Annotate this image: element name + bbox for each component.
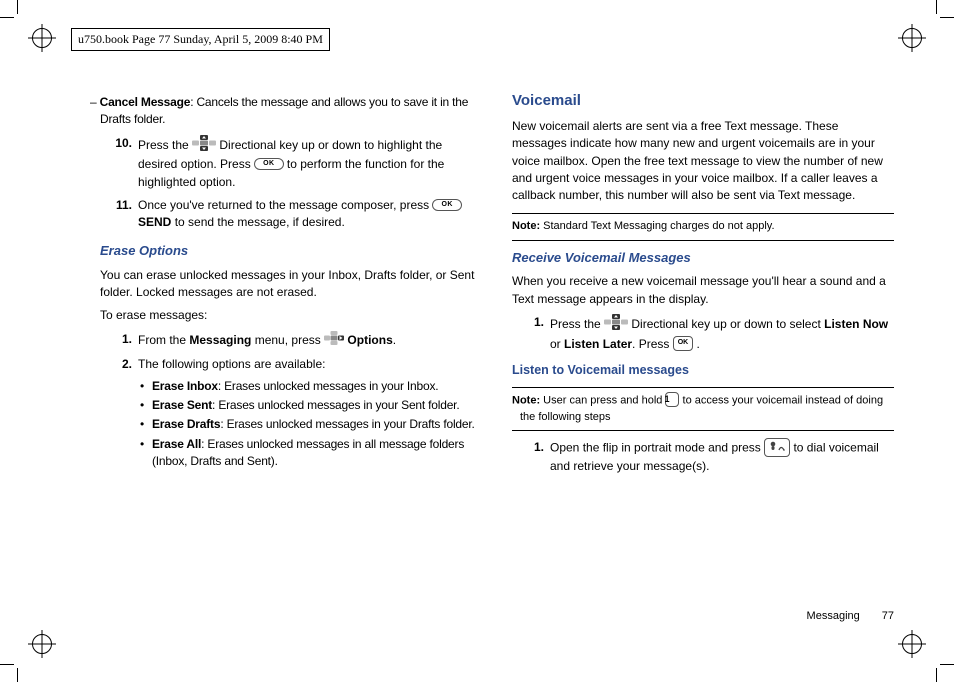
registration-mark-icon: [32, 28, 52, 48]
bullet-desc: : Erases unlocked messages in your Sent …: [212, 398, 459, 412]
running-header: u750.book Page 77 Sunday, April 5, 2009 …: [71, 28, 330, 51]
step-10: 10. Press the Directional key up or down…: [112, 135, 482, 191]
erase-step-1: 1. From the Messaging menu, press Option…: [112, 331, 482, 350]
listen-now-label: Listen Now: [824, 317, 888, 331]
registration-mark-icon: [902, 634, 922, 654]
listen-later-label: Listen Later: [564, 337, 632, 351]
step-body: Open the flip in portrait mode and press…: [550, 439, 894, 475]
ok-button-icon: OK: [254, 158, 284, 170]
crop-mark: [0, 664, 14, 665]
registration-mark-icon: [902, 28, 922, 48]
listen-voicemail-heading: Listen to Voicemail messages: [512, 361, 894, 379]
step-body: Once you've returned to the message comp…: [138, 197, 482, 232]
receive-voicemail-heading: Receive Voicemail Messages: [512, 249, 894, 268]
cancel-message-item: – Cancel Message: Cancels the message an…: [100, 94, 482, 129]
page-footer: Messaging 77: [807, 610, 894, 622]
erase-all-item: •Erase All: Erases unlocked messages in …: [140, 436, 482, 471]
step-number: 10.: [112, 135, 138, 191]
text: Once you've returned to the message comp…: [138, 198, 432, 212]
dpad-right-icon: [324, 331, 344, 350]
step-number: 1.: [524, 314, 550, 353]
text: menu, press: [251, 333, 324, 347]
note-label: Note:: [512, 395, 540, 407]
step-11: 11. Once you've returned to the message …: [112, 197, 482, 232]
registration-mark-icon: [32, 634, 52, 654]
note-hold-1: Note: User can press and hold 1 to acces…: [512, 387, 894, 431]
text: . Press: [632, 337, 673, 351]
receive-step-1: 1. Press the Directional key up or down …: [524, 314, 894, 353]
erase-to: To erase messages:: [100, 307, 482, 324]
bullet-label: Erase Drafts: [152, 417, 220, 431]
note-charges: Note: Standard Text Messaging charges do…: [512, 213, 894, 241]
crop-mark: [940, 664, 954, 665]
ok-button-icon: OK: [673, 336, 694, 350]
crop-mark: [17, 668, 18, 682]
bullet-desc: : Erases unlocked messages in your Draft…: [220, 417, 474, 431]
listen-step-1: 1. Open the flip in portrait mode and pr…: [524, 439, 894, 475]
text: to send the message, if desired.: [175, 215, 345, 229]
options-label: Options: [347, 333, 392, 347]
text: Press the: [550, 317, 604, 331]
bullet-desc: : Erases unlocked messages in your Inbox…: [218, 379, 439, 393]
text: Directional key up or down to select: [631, 317, 824, 331]
text: or: [550, 337, 564, 351]
crop-mark: [0, 17, 14, 18]
receive-intro: When you receive a new voicemail message…: [512, 273, 894, 308]
bullet-label: Erase Inbox: [152, 379, 218, 393]
erase-sent-item: •Erase Sent: Erases unlocked messages in…: [140, 397, 482, 414]
crop-mark: [936, 668, 937, 682]
erase-drafts-item: •Erase Drafts: Erases unlocked messages …: [140, 416, 482, 433]
erase-intro: You can erase unlocked messages in your …: [100, 267, 482, 302]
crop-mark: [936, 0, 937, 14]
step-body: Press the Directional key up or down to …: [138, 135, 482, 191]
erase-inbox-item: •Erase Inbox: Erases unlocked messages i…: [140, 378, 482, 395]
crop-mark: [17, 0, 18, 14]
note-label: Note:: [512, 220, 540, 232]
dial-voicemail-icon: [764, 438, 790, 457]
step-body: Press the Directional key up or down to …: [550, 314, 894, 353]
erase-options-heading: Erase Options: [100, 242, 482, 261]
text: Open the flip in portrait mode and press: [550, 441, 764, 455]
dpad-icon: [604, 314, 628, 335]
step-number: 1.: [112, 331, 138, 350]
text: .: [393, 333, 396, 347]
note-text: Standard Text Messaging charges do not a…: [540, 220, 774, 232]
voicemail-heading: Voicemail: [512, 90, 894, 112]
cancel-message-label: Cancel Message: [100, 95, 191, 109]
step-body: From the Messaging menu, press Options.: [138, 331, 482, 350]
send-label: SEND: [138, 215, 171, 229]
step-body: The following options are available:: [138, 356, 482, 373]
key-1-icon: 1: [665, 392, 679, 407]
right-column: Voicemail New voicemail alerts are sent …: [512, 90, 894, 479]
footer-section: Messaging: [807, 610, 860, 622]
step-number: 2.: [112, 356, 138, 373]
text: .: [693, 337, 700, 351]
crop-mark: [940, 17, 954, 18]
messaging-label: Messaging: [189, 333, 251, 347]
voicemail-intro: New voicemail alerts are sent via a free…: [512, 118, 894, 205]
erase-step-2: 2. The following options are available:: [112, 356, 482, 373]
text: Press the: [138, 138, 192, 152]
page-body: – Cancel Message: Cancels the message an…: [100, 90, 894, 622]
left-column: – Cancel Message: Cancels the message an…: [100, 90, 482, 479]
dpad-icon: [192, 135, 216, 156]
text: From the: [138, 333, 189, 347]
footer-page-number: 77: [882, 610, 894, 622]
note-text: User can press and hold: [540, 395, 665, 407]
bullet-label: Erase All: [152, 437, 201, 451]
bullet-label: Erase Sent: [152, 398, 212, 412]
step-number: 11.: [112, 197, 138, 232]
running-header-text: u750.book Page 77 Sunday, April 5, 2009 …: [78, 32, 323, 46]
ok-button-icon: OK: [432, 199, 462, 211]
step-number: 1.: [524, 439, 550, 475]
